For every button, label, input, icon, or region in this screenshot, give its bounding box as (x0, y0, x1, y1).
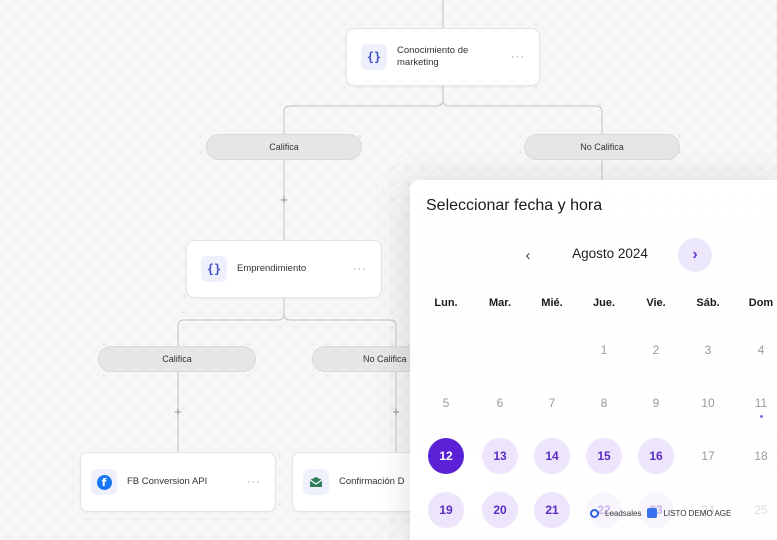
current-month: Agosto 2024 (572, 246, 648, 261)
calendar-day: 4 (757, 343, 765, 357)
calendar-day: 25 (754, 503, 768, 517)
node-label: Emprendimiento (237, 262, 307, 274)
weekday-label: Lun. (434, 297, 458, 309)
weekday-label: Vie. (646, 297, 666, 309)
calendar-day: 5 (442, 396, 450, 410)
chevron-left-icon[interactable]: ‹ (515, 242, 541, 268)
node-fb-conversion-api[interactable]: f FB Conversion API ··· (80, 452, 276, 512)
more-options-icon[interactable]: ··· (511, 51, 525, 63)
workspace-icon (647, 508, 658, 518)
calendar-day[interactable]: 15 (586, 438, 622, 474)
add-step-icon[interactable]: + (172, 404, 184, 419)
calendar-day[interactable]: 13 (482, 438, 518, 474)
calendar-day[interactable]: 20 (482, 492, 518, 528)
more-options-icon[interactable]: ··· (353, 263, 367, 275)
weekday-label: Mié. (541, 297, 563, 309)
calendar-day: 10 (701, 396, 715, 410)
calendar-day: 8 (600, 396, 608, 410)
node-label: FB Conversion API (127, 475, 208, 487)
branch-califica[interactable]: Califica (206, 134, 362, 160)
calendar-day: 3 (704, 343, 712, 357)
calendar-day: 2 (652, 343, 660, 357)
node-conocimiento-marketing[interactable]: {} Conocimiento de marketing ··· (346, 28, 540, 86)
calendar-day[interactable]: 14 (534, 438, 570, 474)
calendar-day: 9 (652, 396, 660, 410)
calendar-day[interactable]: 16 (638, 438, 674, 474)
calendar-day: 17 (701, 449, 715, 463)
more-options-icon[interactable]: ··· (247, 476, 261, 488)
calendar-day[interactable]: 12 (428, 438, 464, 474)
node-emprendimiento[interactable]: {} Emprendimiento ··· (186, 240, 382, 298)
node-label: Confirmación D (339, 475, 405, 487)
workspace-name: LISTO DEMO AGE (663, 508, 732, 518)
branch-no-califica[interactable]: No Califica (524, 134, 680, 160)
calendar-day: 18 (754, 449, 768, 463)
picker-title: Seleccionar fecha y hora (426, 197, 603, 214)
mail-icon (303, 469, 329, 495)
brand-name: Leadsales (605, 508, 642, 518)
braces-icon: {} (201, 256, 227, 282)
weekday-label: Mar. (488, 297, 511, 309)
branch-califica[interactable]: Califica (98, 346, 256, 372)
weekday-label: Dom (748, 297, 774, 309)
weekday-label: Sáb. (696, 297, 720, 309)
calendar-day[interactable]: 19 (428, 492, 464, 528)
calendar-day: 1 (600, 343, 608, 357)
braces-icon: {} (361, 44, 387, 70)
add-step-icon[interactable]: + (278, 192, 290, 207)
facebook-icon: f (91, 469, 117, 495)
chevron-right-icon[interactable]: › (678, 238, 712, 272)
node-label: Conocimiento de marketing (397, 44, 469, 68)
leadsales-logo-icon (590, 508, 599, 518)
weekday-label: Jue. (592, 297, 615, 309)
calendar-day: 6 (496, 396, 504, 410)
calendar-day[interactable]: 21 (534, 492, 570, 528)
calendar-day: 7 (548, 396, 556, 410)
date-time-picker: Seleccionar fecha y hora ‹ Agosto 2024 ›… (410, 180, 777, 540)
add-step-icon[interactable]: + (390, 404, 402, 419)
brand-watermark: Leadsales LISTO DEMO AGE (590, 508, 731, 518)
event-dot-icon (759, 415, 763, 418)
